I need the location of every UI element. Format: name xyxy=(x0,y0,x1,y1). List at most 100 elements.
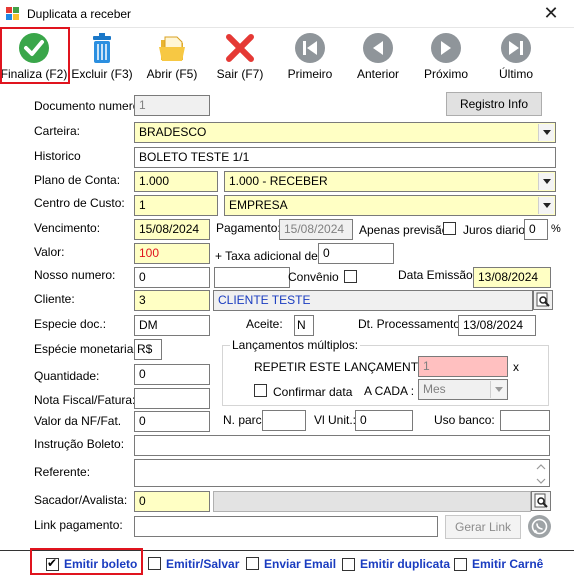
sacador-code-field[interactable]: 0 xyxy=(134,491,210,512)
chevron-down-icon xyxy=(538,124,554,141)
scroll-arrows-icon xyxy=(536,464,546,484)
instrucao-field[interactable] xyxy=(134,435,550,456)
primeiro-label: Primeiro xyxy=(287,67,333,81)
pagamento-label: Pagamento: xyxy=(216,221,281,235)
last-record-icon xyxy=(501,33,531,63)
vl-unit-field[interactable]: 0 xyxy=(355,410,413,431)
especie-monetaria-field[interactable]: R$ xyxy=(134,339,162,360)
documento-label: Documento numero: xyxy=(34,99,143,113)
valor-field[interactable]: 100 xyxy=(134,243,210,264)
centro-select[interactable]: EMPRESA xyxy=(224,195,556,216)
sacador-search-button[interactable] xyxy=(531,491,551,511)
emitir-duplicata-label[interactable]: Emitir duplicata xyxy=(360,557,450,571)
repetir-field[interactable]: 1 xyxy=(418,356,508,377)
enviar-email-label[interactable]: Enviar Email xyxy=(264,557,336,571)
link-field[interactable] xyxy=(134,516,438,537)
whatsapp-button[interactable] xyxy=(528,515,551,538)
plano-select[interactable]: 1.000 - RECEBER xyxy=(224,171,556,192)
gerar-link-button[interactable]: Gerar Link xyxy=(445,515,521,539)
referente-field[interactable] xyxy=(134,459,550,487)
emitir-duplicata-checkbox[interactable] xyxy=(342,558,355,571)
close-icon[interactable]: ✕ xyxy=(536,3,566,25)
chevron-down-icon xyxy=(538,173,554,190)
data-emissao-label: Data Emissão: xyxy=(398,268,477,282)
app-icon xyxy=(6,7,20,21)
emitir-carne-label[interactable]: Emitir Carnê xyxy=(472,557,543,571)
enviar-email-checkbox[interactable] xyxy=(246,557,259,570)
taxa-label: + Taxa adicional de: xyxy=(215,249,322,263)
valor-nf-field[interactable]: 0 xyxy=(134,411,210,432)
data-emissao-field[interactable]: 13/08/2024 xyxy=(473,267,551,288)
juros-label: Juros diario: xyxy=(463,223,529,237)
emitir-carne-checkbox[interactable] xyxy=(454,558,467,571)
a-cada-value: Mes xyxy=(423,382,446,396)
lancamentos-title: Lançamentos múltiplos: xyxy=(230,338,361,352)
quantidade-field[interactable]: 0 xyxy=(134,364,210,385)
pagamento-field[interactable]: 15/08/2024 xyxy=(279,219,353,240)
valor-label: Valor: xyxy=(34,245,65,259)
sacador-name-field xyxy=(213,491,531,512)
carteira-value: BRADESCO xyxy=(139,125,207,139)
uso-banco-field[interactable] xyxy=(500,410,550,431)
cliente-label: Cliente: xyxy=(34,292,75,306)
whatsapp-icon xyxy=(531,518,548,535)
confirmar-data-label: Confirmar data xyxy=(273,385,353,399)
emitir-boleto-highlight-box xyxy=(30,548,143,575)
chevron-down-icon xyxy=(538,197,554,214)
documento-field[interactable]: 1 xyxy=(134,95,210,116)
convenio-label: Convênio xyxy=(288,270,339,284)
anterior-button[interactable]: Anterior xyxy=(350,30,406,82)
toolbar: Finaliza (F2) Excluir (F3) Abrir (F5) Sa… xyxy=(0,28,574,84)
dt-processamento-field[interactable]: 13/08/2024 xyxy=(458,315,536,336)
sair-label: Sair (F7) xyxy=(216,67,264,81)
first-record-icon xyxy=(295,33,325,63)
emitir-salvar-label[interactable]: Emitir/Salvar xyxy=(166,557,239,571)
vencimento-field[interactable]: 15/08/2024 xyxy=(134,219,210,240)
close-x-icon xyxy=(226,34,254,62)
anterior-label: Anterior xyxy=(356,67,400,81)
nosso-numero-label: Nosso numero: xyxy=(34,268,116,282)
cliente-name-field: CLIENTE TESTE xyxy=(213,290,533,311)
ultimo-button[interactable]: Último xyxy=(488,30,544,82)
referente-scrollbar[interactable] xyxy=(534,461,548,485)
abrir-button[interactable]: Abrir (F5) xyxy=(142,30,202,82)
centro-code-field[interactable]: 1 xyxy=(134,195,218,216)
primeiro-button[interactable]: Primeiro xyxy=(282,30,338,82)
emitir-salvar-checkbox[interactable] xyxy=(148,557,161,570)
title-bar: Duplicata a receber ✕ xyxy=(0,0,574,28)
proximo-button[interactable]: Próximo xyxy=(418,30,474,82)
apenas-previsao-checkbox[interactable] xyxy=(443,222,456,235)
especie-doc-label: Especie doc.: xyxy=(34,317,107,331)
abrir-label: Abrir (F5) xyxy=(146,67,198,81)
nosso-numero-extra-field[interactable] xyxy=(214,267,290,288)
convenio-checkbox[interactable] xyxy=(344,270,357,283)
carteira-label: Carteira: xyxy=(34,124,81,138)
chevron-down-icon xyxy=(490,381,506,398)
aceite-field[interactable]: N xyxy=(294,315,314,336)
sair-button[interactable]: Sair (F7) xyxy=(210,30,270,82)
carteira-select[interactable]: BRADESCO xyxy=(134,122,556,143)
n-parc-field[interactable] xyxy=(262,410,306,431)
window-title: Duplicata a receber xyxy=(27,7,132,21)
historico-field[interactable]: BOLETO TESTE 1/1 xyxy=(134,147,556,168)
plano-code-field[interactable]: 1.000 xyxy=(134,171,218,192)
cliente-code-field[interactable]: 3 xyxy=(134,290,210,311)
especie-doc-field[interactable]: DM xyxy=(134,315,210,336)
next-icon xyxy=(431,33,461,63)
juros-field[interactable]: 0 xyxy=(524,219,548,240)
taxa-field[interactable]: 0 xyxy=(318,243,394,264)
registro-info-button[interactable]: Registro Info xyxy=(446,92,542,116)
excluir-button[interactable]: Excluir (F3) xyxy=(70,30,134,82)
vencimento-label: Vencimento: xyxy=(34,221,101,235)
link-label: Link pagamento: xyxy=(34,518,123,532)
nota-fiscal-field[interactable] xyxy=(134,388,210,409)
a-cada-select[interactable]: Mes xyxy=(418,379,508,400)
dt-processamento-label: Dt. Processamento: xyxy=(358,317,464,331)
confirmar-data-checkbox[interactable] xyxy=(254,384,267,397)
search-icon xyxy=(534,493,548,508)
percent-label: % xyxy=(551,223,561,235)
nosso-numero-field[interactable]: 0 xyxy=(134,267,210,288)
a-cada-label: A CADA : xyxy=(364,384,415,398)
cliente-search-button[interactable] xyxy=(533,290,553,310)
quantidade-label: Quantidade: xyxy=(34,369,100,383)
